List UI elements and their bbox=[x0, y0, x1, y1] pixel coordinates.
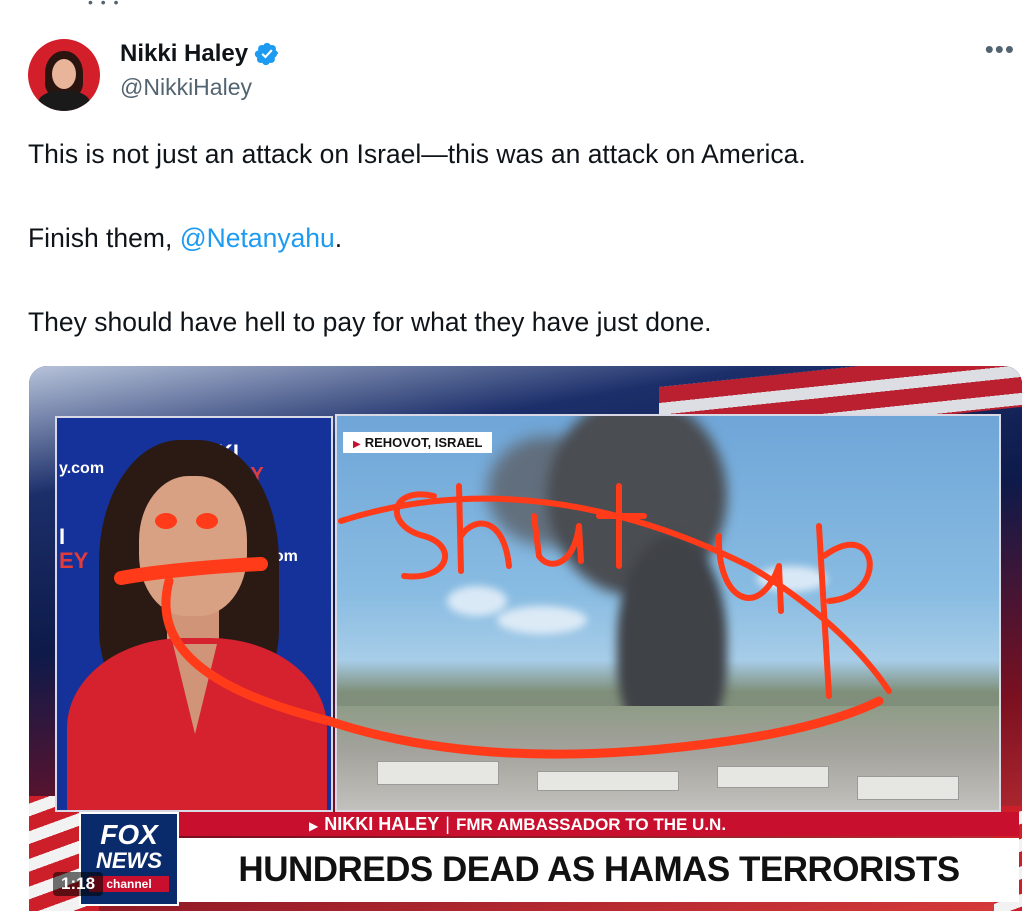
lower-third-separator: | bbox=[445, 814, 450, 834]
tweet-line-2-prefix: Finish them, bbox=[28, 223, 180, 253]
ellipsis-icon[interactable]: ••• bbox=[985, 36, 1015, 62]
building bbox=[377, 761, 499, 785]
lower-third-banner: FOX NEWS channel ▶ NIKKI HALEY | FMR AMBASS… bbox=[79, 812, 1019, 911]
cloud bbox=[757, 566, 827, 592]
lower-third-name: NIKKI HALEY bbox=[324, 814, 440, 834]
tweet-line-2-suffix: . bbox=[334, 223, 343, 253]
tweet-line-1: This is not just an attack on Israel—thi… bbox=[28, 139, 806, 169]
speaker-neckline bbox=[173, 644, 217, 734]
cloud bbox=[447, 586, 507, 616]
avatar[interactable] bbox=[28, 39, 100, 111]
building bbox=[857, 776, 959, 800]
cloud bbox=[497, 606, 587, 634]
tweet-line-3: They should have hell to pay for what th… bbox=[28, 307, 712, 337]
speaker-panel: y.com KI EY I EY com bbox=[55, 416, 333, 812]
tweet-text: This is not just an attack on Israel—thi… bbox=[28, 138, 988, 390]
mention-link[interactable]: @Netanyahu bbox=[180, 223, 335, 253]
backdrop-text: EY bbox=[59, 548, 89, 573]
logo-line-2: NEWS bbox=[96, 848, 162, 873]
video-timestamp: 1:18 bbox=[53, 872, 104, 896]
truncated-indicator: • • • bbox=[88, 0, 121, 10]
logo-line-1: FOX bbox=[100, 819, 158, 850]
author-block: Nikki Haley @NikkiHaley bbox=[120, 40, 280, 101]
backdrop-text: I bbox=[59, 524, 66, 549]
verified-badge-icon bbox=[254, 42, 279, 66]
author-handle[interactable]: @NikkiHaley bbox=[120, 74, 280, 101]
building bbox=[537, 771, 679, 791]
location-tag: ▶ REHOVOT, ISRAEL bbox=[343, 432, 493, 453]
speaker-face bbox=[139, 476, 247, 616]
headline-bar: HUNDREDS DEAD AS HAMAS TERRORISTS INVADE… bbox=[179, 838, 1019, 902]
building bbox=[717, 766, 829, 788]
video-media[interactable]: y.com KI EY I EY com ▶REHOVOT, ISRAEL bbox=[29, 366, 1022, 911]
smoke-footage: ▶ REHOVOT, ISRAEL bbox=[335, 414, 1001, 812]
tweet-line-2: Finish them, @Netanyahu. bbox=[28, 222, 988, 254]
author-display-name[interactable]: Nikki Haley bbox=[120, 40, 248, 68]
backdrop-text: y.com bbox=[59, 460, 105, 477]
lower-third-role: FMR AMBASSADOR TO THE U.N. bbox=[455, 815, 727, 834]
name-bar: ▶ NIKKI HALEY | FMR AMBASSADOR TO THE U.N. bbox=[179, 812, 1019, 836]
